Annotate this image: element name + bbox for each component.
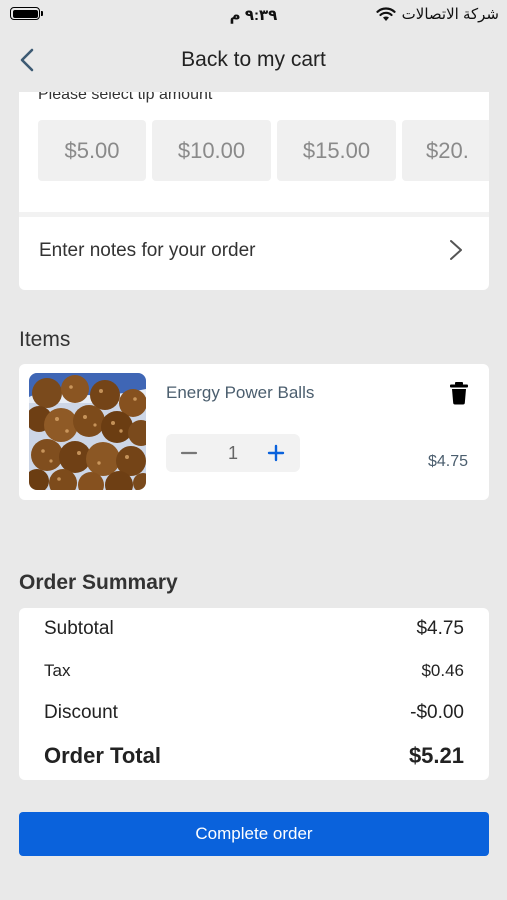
item-photo [29,373,146,490]
subtotal-row: Subtotal $4.75 [44,618,464,640]
tip-notes-card: Please select tip amount $5.00 $10.00 $1… [19,92,489,290]
order-total-label: Order Total [44,743,161,768]
notes-label: Enter notes for your order [39,240,256,261]
subtotal-label: Subtotal [44,618,114,639]
quantity-value: 1 [227,443,238,463]
plus-icon[interactable] [266,443,286,463]
order-notes-row[interactable]: Enter notes for your order [19,217,489,290]
tip-option-15[interactable]: $15.00 [277,120,396,181]
subtotal-value: $4.75 [416,618,464,639]
nav-bar: Back to my cart [0,30,507,92]
cart-item: Energy Power Balls 1 $4.75 [19,364,489,500]
order-summary-heading: Order Summary [19,571,178,594]
tax-label: Tax [44,661,71,680]
tax-value: $0.46 [421,661,464,680]
order-summary-card: Subtotal $4.75 Tax $0.46 Discount -$0.00… [19,608,489,780]
wifi-icon [376,6,396,21]
carrier-name: شركة الاتصالات [401,6,499,23]
discount-row: Discount -$0.00 [44,702,464,724]
tip-label: Please select tip amount [38,92,213,103]
tip-option-5[interactable]: $5.00 [38,120,146,181]
page-title: Back to my cart [181,48,326,71]
tax-row: Tax $0.46 [44,661,464,681]
status-right: شركة الاتصالات [376,5,499,23]
order-total-value: $5.21 [408,743,464,768]
discount-label: Discount [44,702,118,723]
complete-order-button[interactable]: Complete order [19,812,489,856]
minus-icon[interactable] [179,443,199,463]
quantity-stepper: 1 [166,434,300,472]
items-heading: Items [19,328,71,351]
tip-options: $5.00 $10.00 $15.00 $20. [38,120,489,181]
chevron-right-icon [450,240,462,260]
item-price: $4.75 [427,453,468,470]
trash-icon[interactable] [449,381,469,405]
discount-value: -$0.00 [410,702,464,723]
order-total-row: Order Total $5.21 [44,743,464,769]
item-name: Energy Power Balls [166,383,315,402]
tip-option-20[interactable]: $20. [402,120,489,181]
tip-option-10[interactable]: $10.00 [152,120,271,181]
status-bar: ٩:٣٩ م شركة الاتصالات [0,0,507,30]
